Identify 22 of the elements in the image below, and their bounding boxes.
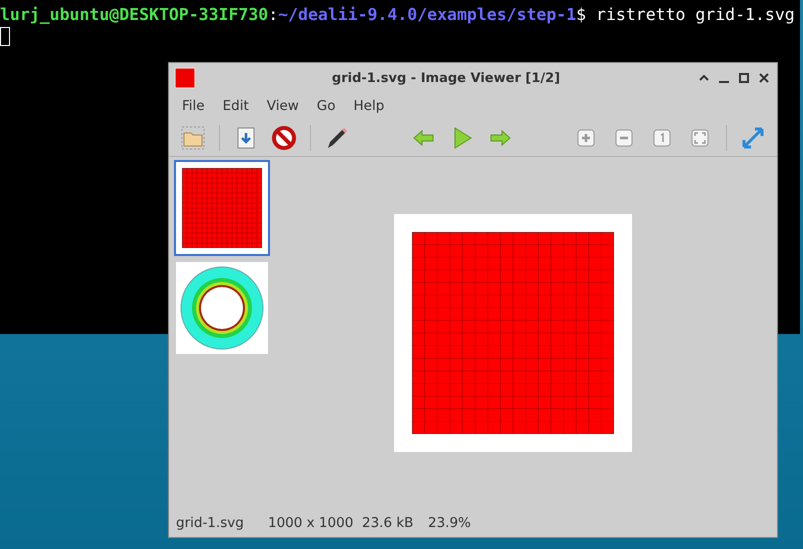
terminal-path: ~/dealii-9.4.0/examples/step-1 — [278, 5, 576, 24]
menu-item[interactable]: View — [258, 98, 308, 114]
terminal-user-host: lurj_ubuntu@DESKTOP-33IF730 — [0, 5, 268, 24]
app-icon — [175, 68, 195, 88]
status-text: grid-1.svg — [176, 515, 245, 531]
folder-icon — [180, 124, 206, 150]
status-text: 1000 x 1000 — [268, 515, 354, 531]
status-text: 23.9% — [428, 515, 472, 531]
terminal-cursor — [0, 27, 10, 46]
status-text: 23.6 kB — [362, 515, 414, 531]
window-title: grid-1.svg - Image Viewer [1/2] — [330, 70, 562, 86]
terminal-separator: : — [268, 5, 278, 24]
terminal-command: $ ristretto grid-1.svg — [576, 5, 795, 24]
thumbnail[interactable] — [174, 160, 270, 256]
menu-item[interactable]: Help — [344, 98, 394, 114]
fullscreen-icon — [740, 124, 766, 150]
stop-icon — [271, 124, 297, 150]
menu-item[interactable]: File — [173, 98, 214, 114]
menu-item[interactable]: Go — [308, 98, 345, 114]
close-icon[interactable] — [757, 71, 771, 85]
menu-item[interactable]: Edit — [214, 98, 258, 114]
maximize-icon[interactable] — [737, 71, 751, 85]
